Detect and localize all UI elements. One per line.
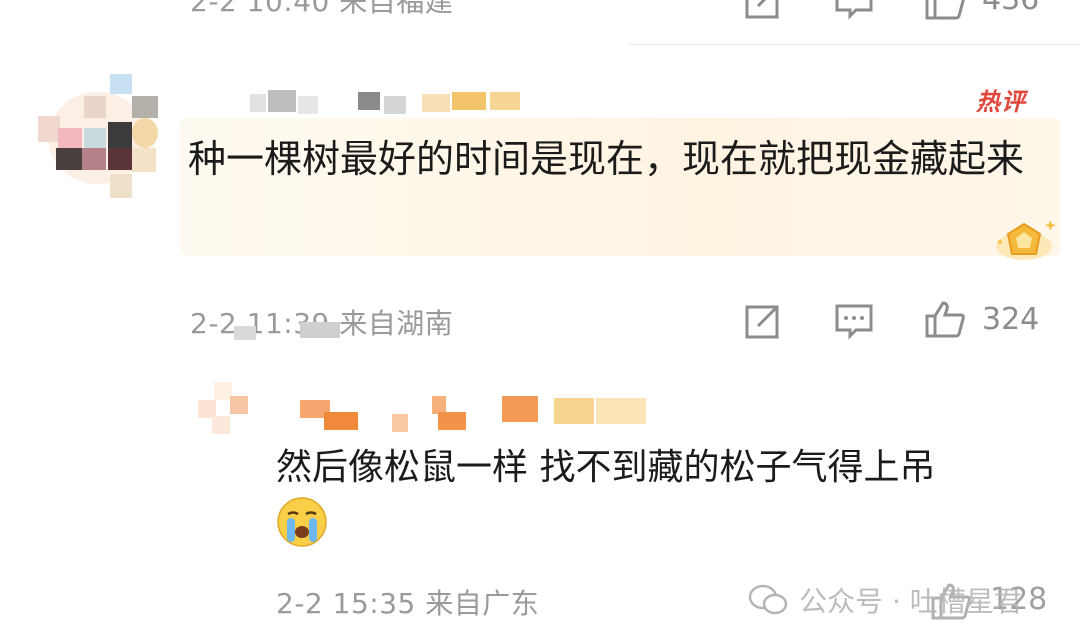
- comment-button-top[interactable]: [834, 0, 874, 24]
- watermark: 公众号 · 吐槽星君: [748, 580, 1022, 620]
- share-icon: [744, 0, 782, 20]
- divider: [628, 44, 1080, 45]
- reply-meta: 2-2 15:35 来自广东: [276, 587, 540, 620]
- thumbs-up-icon: [924, 300, 966, 338]
- like-count-top: 436: [982, 0, 1039, 17]
- comment-icon: [834, 0, 874, 20]
- star-badge-icon: [992, 212, 1056, 268]
- blur-block: [234, 326, 256, 340]
- reply-text: 然后像松鼠一样 找不到藏的松子气得上吊: [276, 447, 936, 488]
- username[interactable]: [250, 90, 530, 114]
- wechat-logo-icon: [748, 583, 788, 617]
- comment-text: 种一棵树最好的时间是现在，现在就把现金藏起来: [188, 137, 1025, 181]
- avatar[interactable]: [36, 74, 164, 202]
- comment-meta-top: 2-2 10:40 来自福建: [190, 0, 454, 18]
- watermark-text: 公众号 · 吐槽星君: [799, 585, 1022, 618]
- share-button[interactable]: [744, 302, 782, 344]
- comment-button[interactable]: [834, 302, 874, 344]
- thumbs-up-icon: [924, 0, 966, 20]
- hot-comment-badge: 热评: [976, 88, 1026, 116]
- share-button-top[interactable]: [744, 0, 782, 24]
- crying-face-emoji-icon: [276, 496, 328, 548]
- reply-username[interactable]: [300, 396, 650, 432]
- comment-icon: [834, 302, 874, 340]
- like-button-top[interactable]: [924, 0, 966, 24]
- like-count: 324: [982, 302, 1040, 337]
- blur-block: [300, 322, 340, 338]
- reply-avatar[interactable]: [198, 382, 248, 436]
- share-icon: [744, 302, 782, 340]
- like-button[interactable]: [924, 300, 966, 342]
